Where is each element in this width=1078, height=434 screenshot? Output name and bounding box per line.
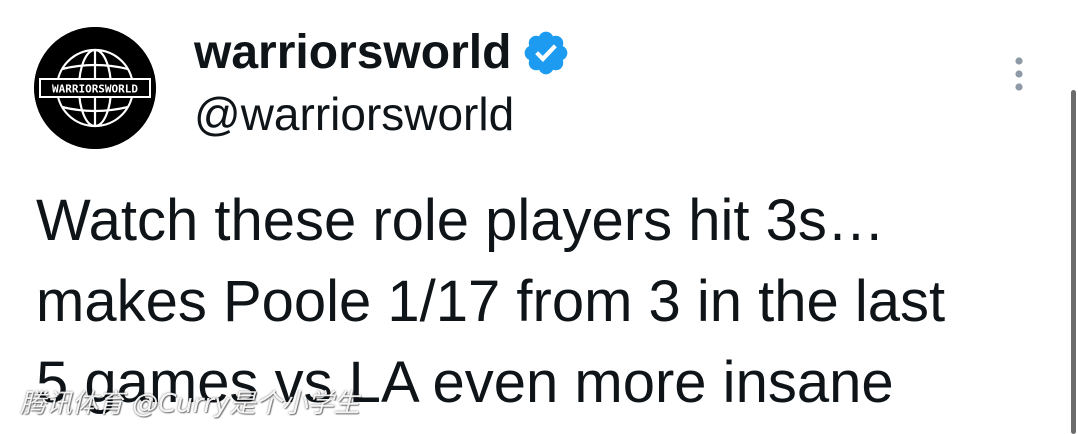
watermark: 腾讯体育 @Curry是个小学生: [20, 389, 360, 419]
tweet-line: Watch these role players hit 3s…: [36, 188, 885, 253]
display-name-text: warriorsworld: [194, 26, 512, 79]
avatar[interactable]: WARRIORSWORLD: [34, 27, 156, 149]
scrollbar[interactable]: [1071, 90, 1076, 434]
more-vertical-icon[interactable]: [1006, 55, 1032, 95]
account-handle[interactable]: @warriorsworld: [194, 86, 514, 142]
tweet-line: makes Poole 1/17 from 3 in the last: [36, 269, 946, 334]
verified-badge-icon: [525, 31, 568, 75]
tweet-text: Watch these role players hit 3s… makes P…: [36, 180, 1046, 423]
display-name[interactable]: warriorsworld: [194, 24, 571, 82]
avatar-logo-text: WARRIORSWORLD: [52, 83, 138, 96]
globe-logo-icon: WARRIORSWORLD: [34, 27, 156, 149]
